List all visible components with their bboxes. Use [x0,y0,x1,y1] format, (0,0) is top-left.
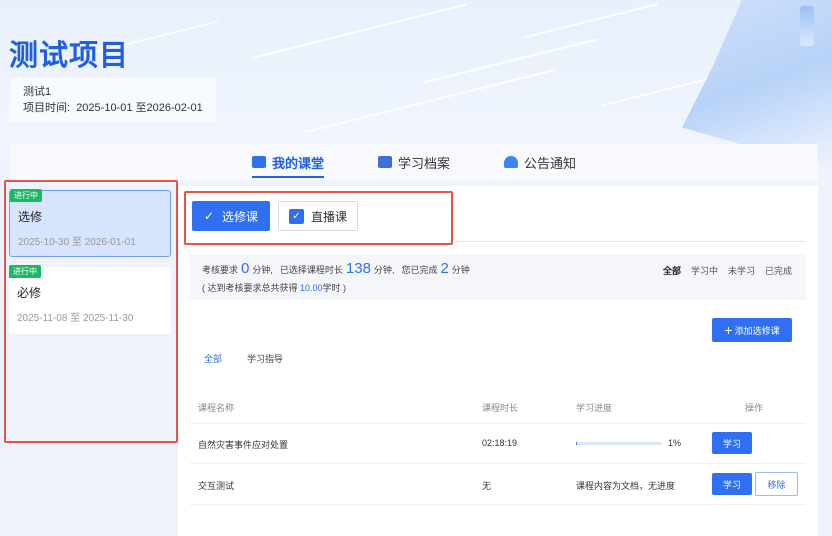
checkbox-checked-icon: ✓ [288,208,304,224]
required-minutes: 0 [241,260,250,277]
status-badge: 进行中 [9,265,41,278]
progress-fill [576,442,577,445]
sub-tabs: 全部 学习指导 [204,352,283,365]
remove-button[interactable]: 移除 [755,472,798,496]
table-divider [190,423,806,424]
tab-learning-archive[interactable]: 学习档案 [377,144,450,180]
filter-learning[interactable]: 学习中 [691,264,718,277]
filter-not-started[interactable]: 未学习 [728,264,755,277]
project-name: 测试1 [23,86,52,98]
course-card-required[interactable]: 进行中 必修 2025-11-08 至 2025-11-30 [9,265,171,334]
tab-notices[interactable]: 公告通知 [504,144,576,180]
progress-bar [576,442,662,445]
selected-minutes: 138 [345,260,371,277]
main-tabs: 我的课堂 学习档案 公告通知 [10,144,818,180]
subtab-all[interactable]: 全部 [204,352,222,365]
credit-note: ( 达到考核要求总共获得 10.00学时 ) [202,283,347,293]
requirement-summary: 考核要求 0 分钟, 已选择课程时长 138 分钟, 您已完成 2 分钟 ( 达… [190,254,806,300]
plus-icon: + [724,322,733,338]
course-card-elective[interactable]: 进行中 选修 2025-10-30 至 2026-01-01 [9,189,171,257]
project-info: 测试1 项目时间: 2025-10-01 至2026-02-01 [10,78,216,122]
progress-text: 1% [668,438,682,448]
add-elective-button[interactable]: + 添加选修课 [712,318,792,342]
learn-button[interactable]: 学习 [712,432,752,454]
table-divider [190,463,806,464]
header-actions: 操作 [745,403,764,413]
course-dates: 2025-11-08 至 2025-11-30 [17,313,134,324]
project-time: 项目时间: 2025-10-01 至2026-02-01 [23,102,203,114]
course-duration: 无 [482,481,492,491]
course-duration: 02:18:19 [482,438,518,448]
decorative-bar [800,6,814,46]
elective-course-button[interactable]: ✓ 选修课 [192,201,270,231]
learn-button[interactable]: 学习 [712,473,752,495]
filter-completed[interactable]: 已完成 [765,264,792,277]
progress-text: 课程内容为文档，无进度 [576,481,676,491]
course-name: 必修 [17,286,42,300]
course-dates: 2025-10-30 至 2026-01-01 [18,237,136,248]
tab-my-classroom[interactable]: 我的课堂 [251,144,324,180]
filter-all[interactable]: 全部 [663,264,681,277]
live-course-button[interactable]: ✓ 直播课 [278,201,358,231]
header-duration: 课程时长 [482,403,519,413]
notice-icon [504,156,518,168]
check-icon: ✓ [203,209,215,223]
page-title: 测试项目 [9,40,130,72]
table-divider [190,504,806,505]
header-course-name: 课程名称 [198,403,235,413]
course-name: 选修 [18,210,43,224]
header-progress: 学习进度 [576,403,613,413]
archive-icon [377,156,392,168]
completed-minutes: 2 [440,260,449,277]
status-filters: 全部 学习中 未学习 已完成 [663,264,792,277]
status-badge: 进行中 [10,189,42,202]
divider [453,241,806,242]
classroom-icon [251,156,266,168]
course-title: 自然灾害事件应对处置 [198,440,289,450]
subtab-guide[interactable]: 学习指导 [247,352,283,365]
course-title: 交互测试 [198,481,235,491]
